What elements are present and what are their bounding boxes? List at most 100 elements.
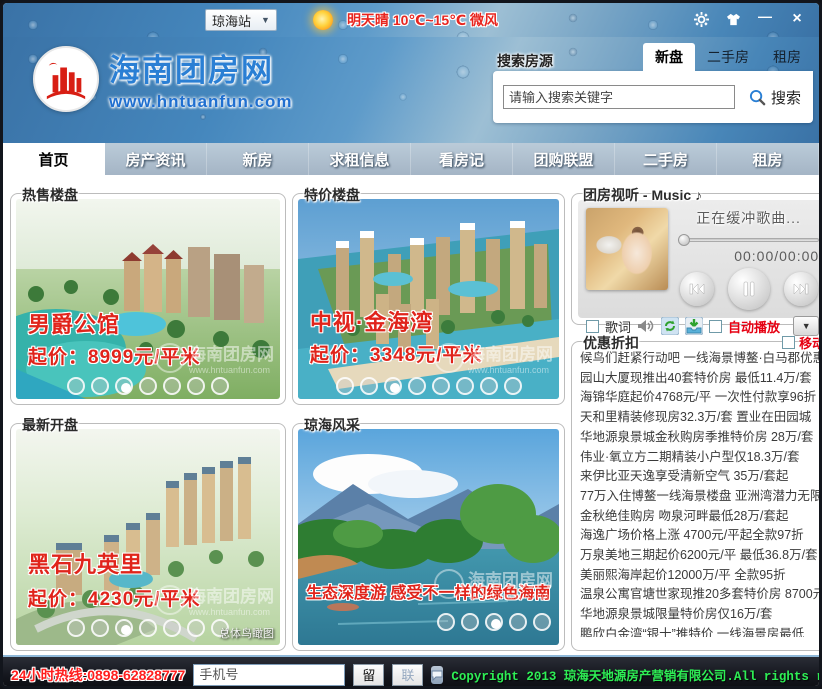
leave-phone-button[interactable]: 留下我的手机 — [353, 664, 384, 686]
search-tabs: 新盘二手房租房 — [643, 43, 813, 71]
logo-buildings-icon — [33, 46, 99, 112]
carousel-dot[interactable] — [456, 377, 474, 395]
deal-item[interactable]: 伟业·氧立方二期精装小户型仅18.3万/套 — [580, 448, 822, 468]
panel-special-price: 特价楼盘 — [292, 193, 565, 405]
deal-item[interactable]: 美丽熙海岸起价12000万/平 全款95折 — [580, 566, 822, 586]
carousel-dot[interactable] — [533, 613, 551, 631]
deal-item[interactable]: 金秋绝佳购房 吻泉河畔最低28万/套起 — [580, 507, 822, 527]
customer-chat-icon[interactable] — [431, 666, 443, 684]
carousel-dot[interactable] — [67, 377, 85, 395]
carousel-dot[interactable] — [91, 619, 109, 637]
search-button[interactable]: 搜索 — [749, 87, 801, 108]
carousel-dot[interactable] — [187, 377, 205, 395]
carousel-dot[interactable] — [480, 377, 498, 395]
scenery-photo[interactable]: 生态深度游 感受不一样的绿色海南 海南团房网www.hntuanfun.com — [298, 429, 559, 645]
deal-item[interactable]: 园山大厦现推出40套特价房 最低11.4万/套 — [580, 369, 822, 389]
weather-text: 明天晴 10℃~15℃ 微风 — [347, 10, 498, 30]
carousel-dot[interactable] — [163, 619, 181, 637]
deal-item[interactable]: 华地源泉景城限量特价房仅16万/套 — [580, 605, 822, 625]
settings-gear-icon[interactable] — [687, 8, 715, 30]
next-track-button[interactable] — [784, 272, 818, 306]
panel-media-player: 团房视听 - Music ♪ 正在缓冲歌曲... 00:00/00:00 — [571, 193, 822, 325]
property-name-overlay: 中视·金海湾 — [310, 305, 433, 337]
nav-tab[interactable]: 房产资讯 — [105, 143, 207, 175]
station-select[interactable]: 琼海站 ▼ — [205, 9, 277, 31]
property-price-overlay: 起价：3348元/平米 — [310, 340, 483, 367]
carousel-dot[interactable] — [115, 377, 133, 395]
minimize-button[interactable]: — — [751, 8, 779, 30]
carousel-dot[interactable] — [187, 619, 205, 637]
search-icon — [749, 89, 766, 106]
deal-item[interactable]: 华地源泉景城金秋购房季推特价房 28万/套 — [580, 428, 822, 448]
refresh-icon[interactable] — [661, 317, 679, 335]
carousel-dot[interactable] — [504, 377, 522, 395]
carousel-dot[interactable] — [163, 377, 181, 395]
property-name-overlay: 男爵公馆 — [28, 307, 120, 339]
search-tab[interactable]: 二手房 — [695, 43, 761, 71]
skin-shirt-icon[interactable] — [719, 8, 747, 30]
deal-item[interactable]: 海逸广场价格上涨 4700元/平起全款97折 — [580, 526, 822, 546]
carousel-dot[interactable] — [139, 377, 157, 395]
search-panel-label: 搜索房源 — [497, 51, 553, 71]
deals-scroll-checkbox[interactable] — [782, 336, 795, 349]
carousel-dot[interactable] — [384, 377, 402, 395]
carousel-dot[interactable] — [211, 377, 229, 395]
nav-tab[interactable]: 二手房 — [615, 143, 717, 175]
carousel-dot[interactable] — [139, 619, 157, 637]
deal-item[interactable]: 温泉公寓官塘世家现推20多套特价房 8700元 — [580, 585, 822, 605]
carousel-dot[interactable] — [485, 613, 503, 631]
carousel-dots — [437, 613, 551, 631]
carousel-dot[interactable] — [91, 377, 109, 395]
search-button-label: 搜索 — [771, 87, 801, 108]
carousel-dot[interactable] — [67, 619, 85, 637]
station-select-value: 琼海站 — [212, 11, 251, 30]
deal-item[interactable]: 海锦华庭起价4768元/平 一次性付款享96折 — [580, 388, 822, 408]
previous-track-button[interactable] — [680, 272, 714, 306]
nav-tab[interactable]: 租房 — [717, 143, 819, 175]
nav-tab[interactable]: 团购联盟 — [513, 143, 615, 175]
pause-button[interactable] — [728, 268, 770, 310]
autoplay-checkbox[interactable] — [709, 320, 722, 333]
carousel-dot[interactable] — [432, 377, 450, 395]
scenery-caption-overlay: 生态深度游 感受不一样的绿色海南 — [306, 579, 555, 603]
property-name-overlay: 黑石九英里 — [28, 547, 143, 579]
download-song-icon[interactable] — [685, 317, 703, 335]
nav-tab[interactable]: 求租信息 — [309, 143, 411, 175]
deal-item[interactable]: 77万入住博鳌一线海景楼盘 亚洲湾潜力无限 — [580, 487, 822, 507]
newest-property-photo[interactable]: 黑石九英里 起价：4230元/平米 海南团房网www.hntuanfun.com… — [16, 429, 280, 645]
deal-item[interactable]: 鹏欣白金湾“银十”推特价 一线海景房最低 — [580, 625, 822, 637]
carousel-dot[interactable] — [336, 377, 354, 395]
seek-bar[interactable] — [678, 234, 819, 246]
phone-input[interactable] — [193, 664, 345, 686]
nav-tab[interactable]: 首页 — [3, 143, 105, 175]
special-property-photo[interactable]: 中视·金海湾 起价：3348元/平米 海南团房网www.hntuanfun.co… — [298, 199, 559, 399]
main-nav: 首页房产资讯新房求租信息看房记团购联盟二手房租房 — [3, 143, 819, 175]
hot-property-photo[interactable]: 男爵公馆 起价：8999元/平米 海南团房网www.hntuanfun.com — [16, 199, 280, 399]
panel-title: 琼海风采 — [301, 415, 363, 435]
property-price-overlay: 起价：4230元/平米 — [28, 584, 201, 611]
carousel-dot[interactable] — [461, 613, 479, 631]
carousel-dot[interactable] — [115, 619, 133, 637]
carousel-dot[interactable] — [408, 377, 426, 395]
seek-thumb[interactable] — [678, 234, 690, 246]
close-button[interactable]: × — [783, 8, 811, 30]
contact-service-button[interactable]: 联系客服 — [392, 664, 423, 686]
carousel-dot[interactable] — [509, 613, 527, 631]
search-panel: 搜索房源 新盘二手房租房 搜索 — [493, 43, 813, 123]
search-input[interactable] — [503, 85, 735, 109]
copyright-text: Copyright 2013 琼海天地源房产营销有限公司.All rights … — [451, 665, 822, 684]
nav-tab[interactable]: 新房 — [207, 143, 309, 175]
hotline-text: 24小时热线:0898-62828777 — [11, 665, 185, 685]
carousel-dot[interactable] — [437, 613, 455, 631]
lyrics-checkbox[interactable] — [586, 320, 599, 333]
carousel-dot[interactable] — [360, 377, 378, 395]
deal-item[interactable]: 来伊比亚天逸享受清新空气 35万/套起 — [580, 467, 822, 487]
deal-item[interactable]: 天和里精装修现房32.3万/套 置业在田园城 — [580, 408, 822, 428]
nav-tab[interactable]: 看房记 — [411, 143, 513, 175]
panel-title: 热售楼盘 — [19, 185, 81, 205]
volume-icon[interactable] — [637, 319, 655, 333]
site-logo[interactable]: 海南团房网 www.hntuanfun.com — [33, 45, 293, 112]
search-tab[interactable]: 租房 — [761, 43, 813, 71]
search-tab[interactable]: 新盘 — [643, 43, 695, 71]
deal-item[interactable]: 万泉美地三期起价6200元/平 最低36.8万/套 — [580, 546, 822, 566]
